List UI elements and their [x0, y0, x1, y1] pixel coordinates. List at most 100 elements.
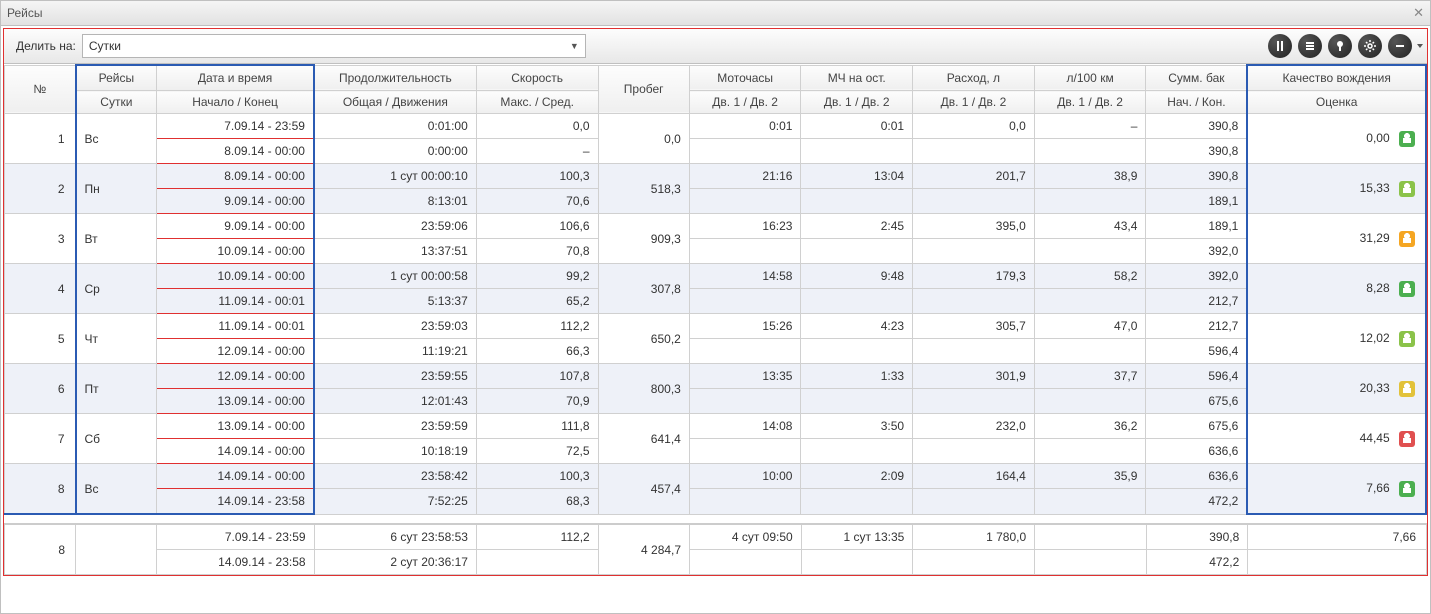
table-row[interactable]: 10.09.14 - 00:0013:37:5170,8392,0: [5, 239, 1427, 264]
row-tank-start: 636,6: [1146, 466, 1246, 486]
col-trips[interactable]: Рейсы: [76, 65, 157, 91]
table-row[interactable]: 12.09.14 - 00:0011:19:2166,3596,4: [5, 339, 1427, 364]
row-date-end: 11.09.14 - 00:01: [157, 291, 313, 311]
summary-tank-start: 390,8: [1147, 527, 1247, 547]
table-row[interactable]: 8Вс14.09.14 - 00:0023:58:42100,3457,410:…: [5, 464, 1427, 489]
col-engine-sub[interactable]: Дв. 1 / Дв. 2: [689, 91, 801, 114]
table-row[interactable]: 9.09.14 - 00:008:13:0170,6189,1: [5, 189, 1427, 214]
summary-mileage: 4 284,7: [599, 540, 689, 560]
col-date[interactable]: Дата и время: [157, 65, 314, 91]
row-day: Вс: [77, 129, 157, 149]
col-engine-stop[interactable]: МЧ на ост.: [801, 65, 913, 91]
row-tank-end: 212,7: [1146, 291, 1246, 311]
col-num[interactable]: №: [5, 65, 76, 114]
row-dur-total: 1 сут 00:00:10: [315, 166, 476, 186]
table-row[interactable]: 1Вс7.09.14 - 23:590:01:000,00,00:010:010…: [5, 114, 1427, 139]
row-dur-total: 1 сут 00:00:58: [315, 266, 476, 286]
close-icon[interactable]: ✕: [1413, 1, 1424, 25]
col-fuel-sub[interactable]: Дв. 1 / Дв. 2: [913, 91, 1035, 114]
row-dur-moving: 5:13:37: [315, 291, 476, 311]
table-row[interactable]: 7Сб13.09.14 - 00:0023:59:59111,8641,414:…: [5, 414, 1427, 439]
col-speed[interactable]: Скорость: [476, 65, 598, 91]
pin-icon[interactable]: [1328, 34, 1352, 58]
row-tank-end: 596,4: [1146, 341, 1246, 361]
toolbar-button-2[interactable]: [1298, 34, 1322, 58]
col-engine[interactable]: Моточасы: [689, 65, 801, 91]
col-l100[interactable]: л/100 км: [1034, 65, 1146, 91]
quality-badge-icon: [1399, 331, 1415, 347]
col-tank-sub[interactable]: Нач. / Кон.: [1146, 91, 1247, 114]
row-day: Пт: [77, 379, 157, 399]
row-num: 3: [5, 229, 75, 249]
table-row[interactable]: 5Чт11.09.14 - 00:0123:59:03112,2650,215:…: [5, 314, 1427, 339]
row-mileage: 641,4: [599, 429, 689, 449]
row-engine-stop: 3:50: [801, 416, 912, 436]
table-row[interactable]: 8.09.14 - 00:000:00:00–390,8: [5, 139, 1427, 164]
table-row[interactable]: 14.09.14 - 00:0010:18:1972,5636,6: [5, 439, 1427, 464]
quality-badge-icon: [1399, 131, 1415, 147]
col-speed-sub[interactable]: Макс. / Сред.: [476, 91, 598, 114]
summary-engine-stop: 1 сут 13:35: [802, 527, 913, 547]
row-fuel: 201,7: [913, 166, 1034, 186]
col-mileage[interactable]: Пробег: [598, 65, 689, 114]
table-row[interactable]: 2Пн8.09.14 - 00:001 сут 00:00:10100,3518…: [5, 164, 1427, 189]
row-speed-max: 107,8: [477, 366, 598, 386]
summary-row-top: 8 7.09.14 - 23:59 6 сут 23:58:53 112,2 4…: [5, 524, 1427, 550]
row-tank-start: 392,0: [1146, 266, 1246, 286]
trips-window: Рейсы ✕ Делить на: Сутки ▼: [0, 0, 1431, 614]
row-l100: 36,2: [1035, 416, 1146, 436]
titlebar: Рейсы ✕: [1, 1, 1430, 26]
table-row[interactable]: 14.09.14 - 23:587:52:2568,3472,2: [5, 489, 1427, 515]
row-day: Ср: [77, 279, 157, 299]
toolbar-button-minus[interactable]: [1385, 34, 1423, 58]
row-mileage: 457,4: [599, 479, 689, 499]
col-fuel[interactable]: Расход, л: [913, 65, 1035, 91]
table-row[interactable]: 4Ср10.09.14 - 00:001 сут 00:00:5899,2307…: [5, 264, 1427, 289]
row-fuel: 395,0: [913, 216, 1034, 236]
quality-badge-icon: [1399, 231, 1415, 247]
gear-icon[interactable]: [1358, 34, 1382, 58]
table-row[interactable]: 6Пт12.09.14 - 00:0023:59:55107,8800,313:…: [5, 364, 1427, 389]
row-tank-start: 390,8: [1146, 166, 1246, 186]
row-tank-start: 675,6: [1146, 416, 1246, 436]
row-date-start: 7.09.14 - 23:59: [157, 116, 313, 136]
row-l100: 37,7: [1035, 366, 1146, 386]
row-tank-start: 390,8: [1146, 116, 1246, 136]
row-date-end: 13.09.14 - 00:00: [157, 391, 313, 411]
summary-row-bottom: 14.09.14 - 23:58 2 сут 20:36:17 472,2: [5, 550, 1427, 575]
table-row[interactable]: 3Вт9.09.14 - 00:0023:59:06106,6909,316:2…: [5, 214, 1427, 239]
row-speed-avg: 72,5: [477, 441, 598, 461]
row-fuel: 301,9: [913, 366, 1034, 386]
row-engine-stop: 1:33: [801, 366, 912, 386]
table-row[interactable]: 13.09.14 - 00:0012:01:4370,9675,6: [5, 389, 1427, 414]
summary-engine: 4 сут 09:50: [690, 527, 801, 547]
row-dur-total: 23:59:59: [315, 416, 476, 436]
row-engine: 16:23: [690, 216, 801, 236]
col-l100-sub[interactable]: Дв. 1 / Дв. 2: [1034, 91, 1146, 114]
col-trips-sub[interactable]: Сутки: [76, 91, 157, 114]
row-tank-end: 636,6: [1146, 441, 1246, 461]
summary-dur-moving: 2 сут 20:36:17: [315, 552, 476, 572]
split-select[interactable]: Сутки ▼: [82, 34, 586, 58]
row-mileage: 307,8: [599, 279, 689, 299]
row-engine: 13:35: [690, 366, 801, 386]
row-speed-avg: 70,8: [477, 241, 598, 261]
quality-badge-icon: [1399, 431, 1415, 447]
row-speed-max: 0,0: [477, 116, 598, 136]
col-dur-sub[interactable]: Общая / Движения: [314, 91, 476, 114]
col-dur[interactable]: Продолжительность: [314, 65, 476, 91]
toolbar-button-1[interactable]: [1268, 34, 1292, 58]
row-l100: 35,9: [1035, 466, 1146, 486]
col-date-sub[interactable]: Начало / Конец: [157, 91, 314, 114]
row-tank-start: 212,7: [1146, 316, 1246, 336]
row-l100: 43,4: [1035, 216, 1146, 236]
row-num: 2: [5, 179, 75, 199]
chevron-down-icon: [1417, 44, 1423, 48]
col-tank[interactable]: Сумм. бак: [1146, 65, 1247, 91]
row-day: Сб: [77, 429, 157, 449]
table-row[interactable]: 11.09.14 - 00:015:13:3765,2212,7: [5, 289, 1427, 314]
col-quality[interactable]: Качество вождения: [1247, 65, 1426, 91]
row-speed-max: 106,6: [477, 216, 598, 236]
col-quality-sub[interactable]: Оценка: [1247, 91, 1426, 114]
col-engine-stop-sub[interactable]: Дв. 1 / Дв. 2: [801, 91, 913, 114]
